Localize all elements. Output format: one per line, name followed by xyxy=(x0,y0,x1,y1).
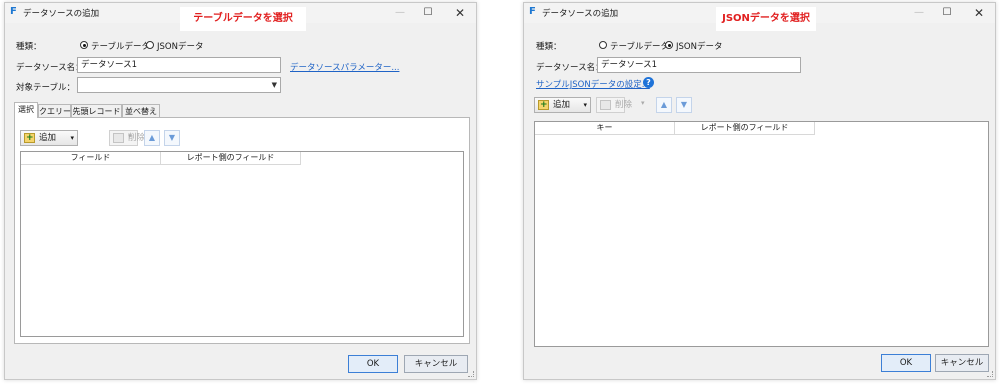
close-icon[interactable]: ✕ xyxy=(452,5,468,21)
radio-json-data-label[interactable]: JSONデータ xyxy=(676,40,722,52)
app-logo-icon: F xyxy=(529,6,536,17)
radio-json-data-label[interactable]: JSONデータ xyxy=(157,40,203,52)
datasource-parameter-link[interactable]: データソースパラメーター... xyxy=(290,61,399,73)
column-header-field[interactable]: フィールド xyxy=(21,152,161,165)
ok-button[interactable]: OK xyxy=(348,355,398,373)
app-logo-icon: F xyxy=(10,6,17,17)
chevron-down-icon: ▼ xyxy=(271,81,277,89)
radio-json-data[interactable] xyxy=(146,41,154,49)
maximize-icon[interactable]: ☐ xyxy=(939,5,955,21)
datasource-name-label: データソース名： xyxy=(16,63,84,73)
delete-button[interactable]: 削除 xyxy=(109,130,145,146)
delete-icon xyxy=(600,100,611,110)
radio-table-data-label[interactable]: テーブルデータ xyxy=(91,40,150,52)
arrow-down-icon[interactable]: ▼ xyxy=(164,130,180,146)
add-button[interactable]: 追加 ▾ xyxy=(534,97,591,113)
caption-banner: JSONデータを選択 xyxy=(716,7,816,31)
kind-label: 種類： xyxy=(536,42,562,52)
add-icon xyxy=(24,131,35,145)
grid-header: フィールド レポート側のフィールド xyxy=(21,152,301,165)
chevron-down-icon: ▾ xyxy=(583,101,587,109)
tab-select[interactable]: 選択 xyxy=(14,102,38,118)
chevron-down-icon[interactable]: ▾ xyxy=(128,132,132,140)
add-button[interactable]: 追加 ▾ xyxy=(20,130,78,146)
arrow-down-icon[interactable]: ▼ xyxy=(676,97,692,113)
tab-panel-select: 追加 ▾ 削除 ▾ ▲ ▼ フィールド レポート側のフィールド xyxy=(14,117,470,344)
kind-label: 種類： xyxy=(16,42,42,52)
tab-query[interactable]: クエリー xyxy=(38,104,71,118)
radio-table-data-label[interactable]: テーブルデータ xyxy=(610,40,669,52)
close-icon[interactable]: ✕ xyxy=(971,5,987,21)
sample-json-link[interactable]: サンプルJSONデータの設定... xyxy=(536,78,650,90)
cancel-button[interactable]: キャンセル xyxy=(935,354,989,372)
resize-grip[interactable] xyxy=(987,371,993,377)
key-grid[interactable]: キー レポート側のフィールド xyxy=(534,121,989,347)
datasource-name-input[interactable]: データソース1 xyxy=(77,57,281,73)
minimize-icon[interactable]: — xyxy=(392,5,408,21)
cancel-button[interactable]: キャンセル xyxy=(404,355,468,373)
resize-grip[interactable] xyxy=(468,371,474,377)
target-table-select[interactable]: ▼ xyxy=(77,77,281,93)
column-header-report-field[interactable]: レポート側のフィールド xyxy=(675,122,815,135)
caption-banner: テーブルデータを選択 xyxy=(180,7,306,31)
field-grid[interactable]: フィールド レポート側のフィールド xyxy=(20,151,464,337)
delete-button[interactable]: 削除 xyxy=(596,97,632,113)
add-icon xyxy=(538,98,549,112)
grid-header: キー レポート側のフィールド xyxy=(535,122,815,135)
maximize-icon[interactable]: ☐ xyxy=(420,5,436,21)
minimize-icon[interactable]: — xyxy=(911,5,927,21)
arrow-up-icon[interactable]: ▲ xyxy=(656,97,672,113)
datasource-name-input[interactable]: データソース1 xyxy=(597,57,801,73)
add-datasource-dialog-table: F データソースの追加 — ☐ ✕ テーブルデータを選択 種類： テーブルデータ… xyxy=(4,2,477,380)
datasource-name-label: データソース名： xyxy=(536,63,604,73)
delete-icon xyxy=(113,133,124,143)
tab-sort[interactable]: 並べ替え xyxy=(122,104,160,118)
ok-button[interactable]: OK xyxy=(881,354,931,372)
radio-table-data[interactable] xyxy=(80,41,88,49)
tab-first-record[interactable]: 先頭レコード xyxy=(71,104,122,118)
chevron-down-icon[interactable]: ▾ xyxy=(641,99,645,107)
help-icon[interactable]: ? xyxy=(643,77,654,88)
add-datasource-dialog-json: F データソースの追加 — ☐ ✕ JSONデータを選択 種類： テーブルデータ… xyxy=(523,2,996,380)
arrow-up-icon[interactable]: ▲ xyxy=(144,130,160,146)
chevron-down-icon: ▾ xyxy=(70,134,74,142)
column-header-key[interactable]: キー xyxy=(535,122,675,135)
radio-json-data[interactable] xyxy=(665,41,673,49)
window-title: データソースの追加 xyxy=(542,9,619,19)
column-header-report-field[interactable]: レポート側のフィールド xyxy=(161,152,301,165)
radio-table-data[interactable] xyxy=(599,41,607,49)
target-table-label: 対象テーブル： xyxy=(16,83,75,93)
window-title: データソースの追加 xyxy=(23,9,100,19)
